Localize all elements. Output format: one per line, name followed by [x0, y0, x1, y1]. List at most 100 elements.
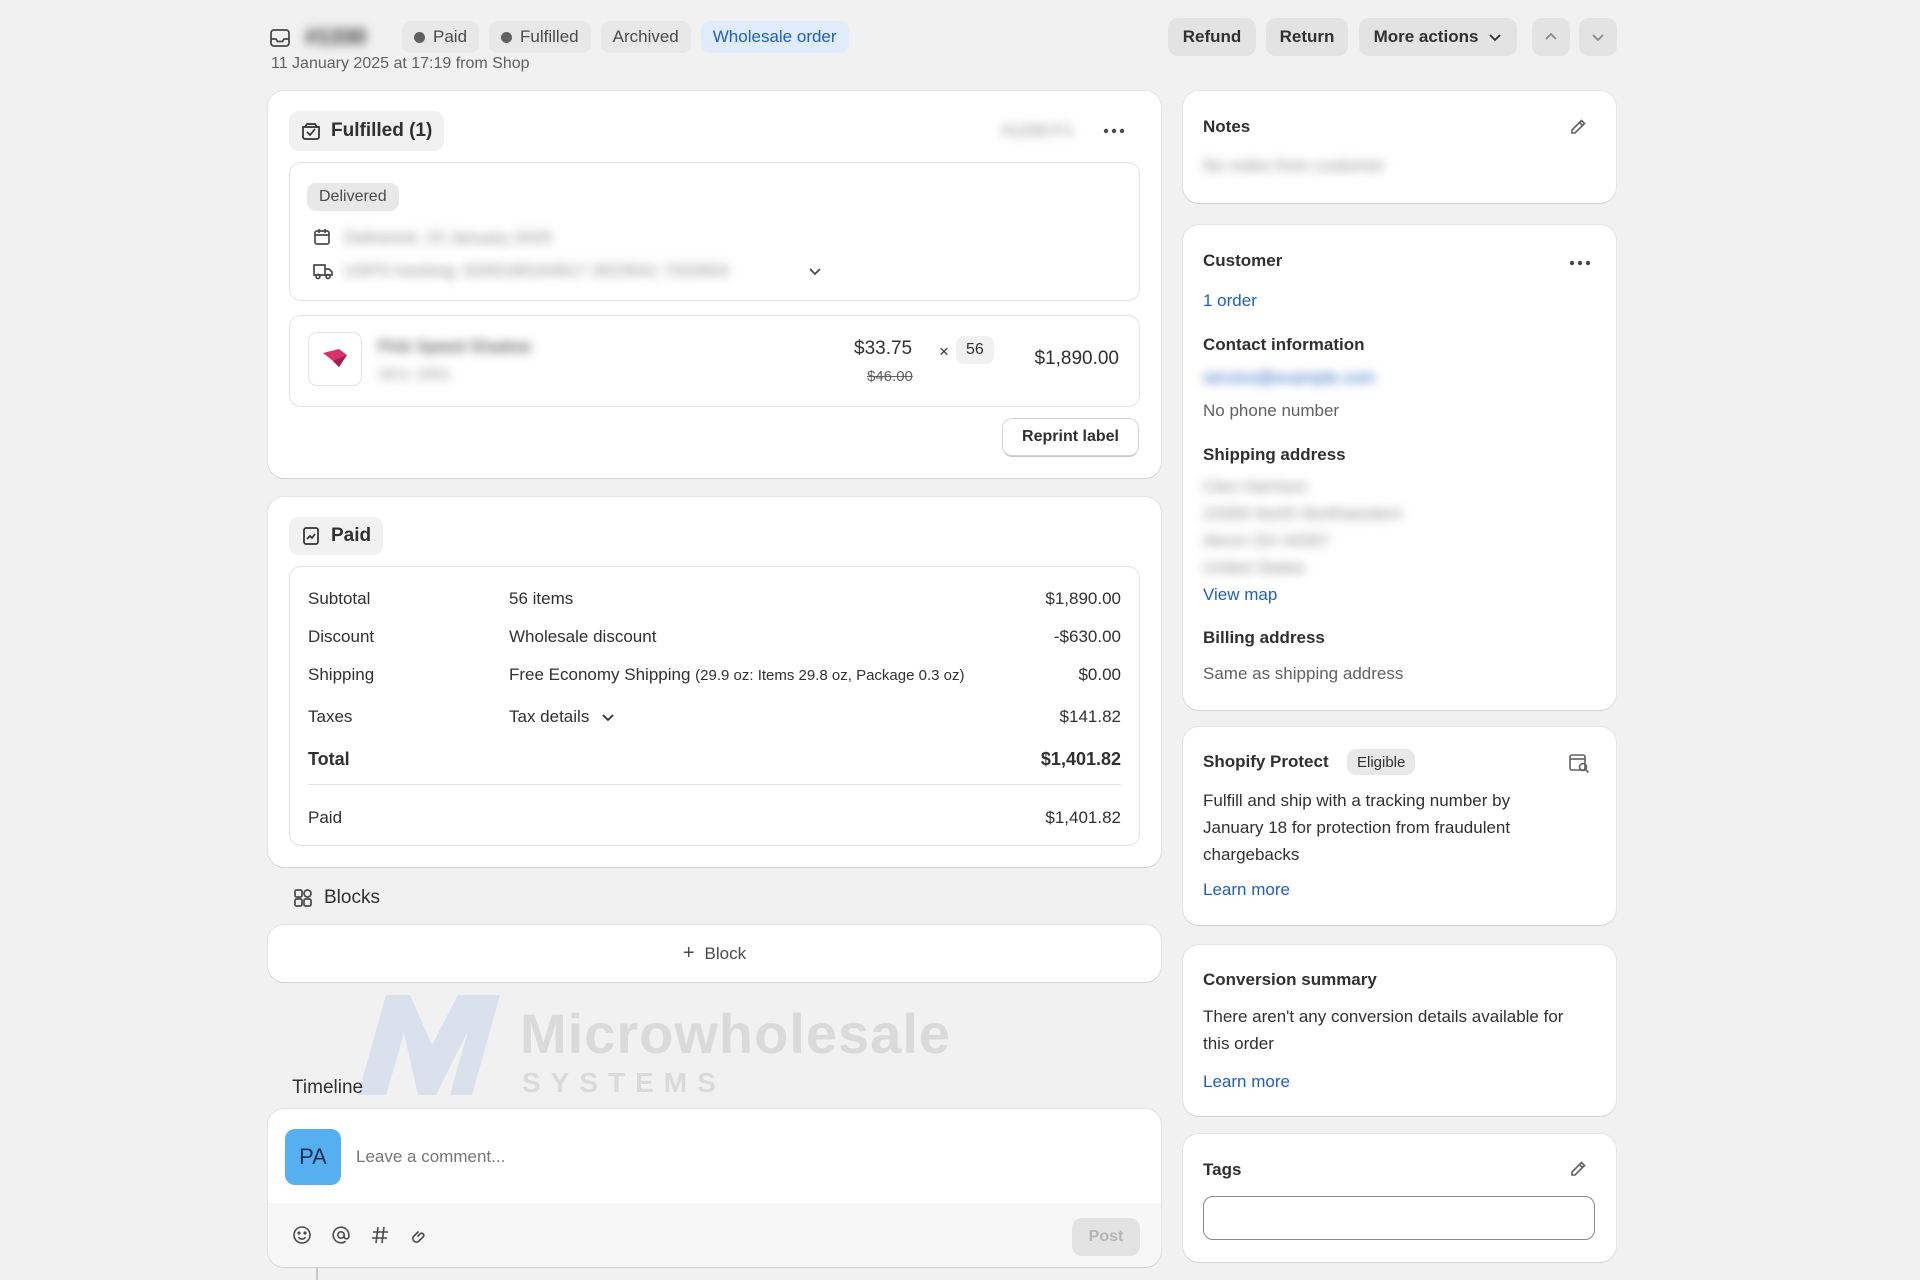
avatar: PA: [285, 1129, 341, 1185]
fulfilled-header-chip: Fulfilled (1): [289, 111, 445, 151]
truck-icon: [312, 261, 334, 281]
product-thumbnail[interactable]: [308, 332, 362, 386]
eligible-badge: Eligible: [1347, 749, 1416, 775]
refund-button[interactable]: Refund: [1168, 18, 1256, 56]
conversion-summary-card: Conversion summary There aren't any conv…: [1183, 945, 1616, 1116]
watermark-logo: [358, 995, 500, 1100]
shipping-weight: (29.9 oz: Items 29.8 oz, Package 0.3 oz): [695, 667, 965, 684]
attachment-icon[interactable]: [409, 1225, 429, 1245]
chevron-up-icon: [1544, 30, 1558, 44]
shipping-address-line: 23300 North Northwestern: [1203, 504, 1403, 523]
emoji-icon[interactable]: [292, 1225, 312, 1245]
chevron-down-icon[interactable]: [808, 264, 822, 278]
more-options-icon[interactable]: [1568, 253, 1592, 273]
hashtag-icon[interactable]: [370, 1225, 390, 1245]
billing-address-text: Same as shipping address: [1203, 664, 1404, 683]
tracking-number[interactable]: USPS tracking: 9200190164917 3023541 733…: [344, 261, 729, 281]
fulfilled-title: Fulfilled (1): [331, 120, 433, 141]
row-amount: $141.82: [1059, 707, 1121, 726]
mention-icon[interactable]: [331, 1225, 351, 1245]
row-amount: -$630.00: [1053, 627, 1121, 646]
post-button[interactable]: Post: [1072, 1218, 1140, 1256]
tags-title: Tags: [1203, 1160, 1242, 1179]
shipping-desc: Free Economy Shipping (29.9 oz: Items 29…: [509, 665, 965, 684]
discount-row: Discount Wholesale discount -$630.00: [290, 621, 1139, 653]
paid-amount: $1,401.82: [1045, 808, 1121, 827]
total-label: Total: [308, 748, 350, 769]
row-amount: $1,890.00: [1045, 589, 1121, 608]
row-label: Subtotal: [308, 589, 371, 608]
timeline-line: [316, 1267, 318, 1280]
product-icon: [320, 344, 350, 374]
notes-card: Notes No notes from customer: [1183, 91, 1616, 203]
chevron-down-icon: [601, 710, 615, 724]
calendar-icon: [312, 227, 332, 247]
paid-title: Paid: [331, 525, 372, 546]
tags-card: Tags: [1183, 1134, 1616, 1262]
tax-details-toggle[interactable]: Tax details: [509, 707, 1060, 727]
next-order-button[interactable]: [1579, 18, 1617, 56]
paid-card: Paid Subtotal 56 items $1,890.00 Discoun…: [268, 497, 1161, 867]
customer-title: Customer: [1203, 251, 1283, 270]
add-block-button[interactable]: + Block: [268, 925, 1161, 982]
order-inbox-icon: [269, 27, 291, 49]
edit-pencil-icon[interactable]: [1568, 117, 1588, 137]
protect-shield-icon[interactable]: [1568, 752, 1590, 774]
more-actions-button[interactable]: More actions: [1359, 18, 1517, 56]
fulfillment-id: #1330-F1: [1001, 121, 1074, 140]
fulfilled-badge: Fulfilled: [489, 21, 591, 53]
row-label: Taxes: [308, 707, 353, 726]
product-name[interactable]: Pink Speed Shadow: [378, 337, 531, 357]
customer-orders-link[interactable]: 1 order: [1203, 291, 1257, 311]
protect-learn-more-link[interactable]: Learn more: [1203, 880, 1290, 900]
billing-address-title: Billing address: [1203, 628, 1325, 647]
return-button[interactable]: Return: [1266, 18, 1348, 56]
wholesale-order-badge: Wholesale order: [700, 21, 849, 53]
reprint-label-button[interactable]: Reprint label: [1003, 419, 1138, 455]
edit-pencil-icon[interactable]: [1568, 1159, 1588, 1179]
conversion-learn-more-link[interactable]: Learn more: [1203, 1072, 1290, 1092]
tags-input[interactable]: [1203, 1196, 1595, 1240]
product-sku: SKU: 2001: [378, 366, 451, 383]
archived-badge: Archived: [600, 21, 691, 53]
original-price: $46.00: [867, 368, 913, 385]
paid-dot-icon: [414, 31, 425, 43]
quantity-badge: 56: [956, 336, 994, 364]
more-options-icon[interactable]: [1102, 121, 1126, 141]
delivered-badge: Delivered: [307, 183, 399, 211]
chevron-down-icon: [1488, 30, 1502, 44]
paid-header-chip: Paid: [289, 517, 384, 555]
view-map-link[interactable]: View map: [1203, 585, 1277, 605]
customer-email[interactable]: service@example.com: [1203, 368, 1375, 388]
plus-icon: +: [682, 942, 695, 964]
row-label: Discount: [308, 627, 375, 646]
taxes-row: Taxes Tax details $141.82: [290, 701, 1139, 733]
row-amount: $0.00: [1078, 665, 1121, 684]
conversion-text: There aren't any conversion details avai…: [1203, 1007, 1564, 1053]
paid-row: Paid $1,401.82: [290, 802, 1139, 834]
timeline-comment-card: PA Post: [268, 1109, 1161, 1267]
line-total: $1,890.00: [1034, 348, 1119, 369]
previous-order-button[interactable]: [1532, 18, 1570, 56]
watermark-brand: Microwholesale: [520, 1002, 952, 1065]
watermark-sub: SYSTEMS: [522, 1067, 726, 1098]
contact-info-title: Contact information: [1203, 335, 1365, 354]
protect-text: Fulfill and ship with a tracking number …: [1203, 791, 1511, 864]
customer-phone: No phone number: [1203, 401, 1340, 420]
total-amount: $1,401.82: [1040, 748, 1121, 769]
customer-card: Customer 1 order Contact information ser…: [1183, 225, 1616, 710]
shipping-address-line: Cleo Harrison: [1203, 477, 1307, 496]
chevron-down-icon: [1591, 30, 1605, 44]
fulfilled-card: Fulfilled (1) #1330-F1 Delivered Deliver…: [268, 91, 1161, 478]
fulfilled-box-icon: [301, 121, 321, 141]
times-sign: ×: [939, 342, 949, 361]
row-desc: 56 items: [509, 589, 574, 608]
shipping-address-title: Shipping address: [1203, 445, 1346, 464]
comment-input[interactable]: [356, 1137, 1116, 1177]
line-item-box: Pink Speed Shadow SKU: 2001 $33.75 $46.0…: [289, 315, 1140, 407]
row-label: Shipping: [308, 665, 375, 684]
conversion-title: Conversion summary: [1203, 970, 1377, 989]
receipt-icon: [301, 526, 321, 546]
delivered-date: Delivered, 15 January 2025: [344, 228, 552, 247]
subtotal-row: Subtotal 56 items $1,890.00: [290, 583, 1139, 615]
